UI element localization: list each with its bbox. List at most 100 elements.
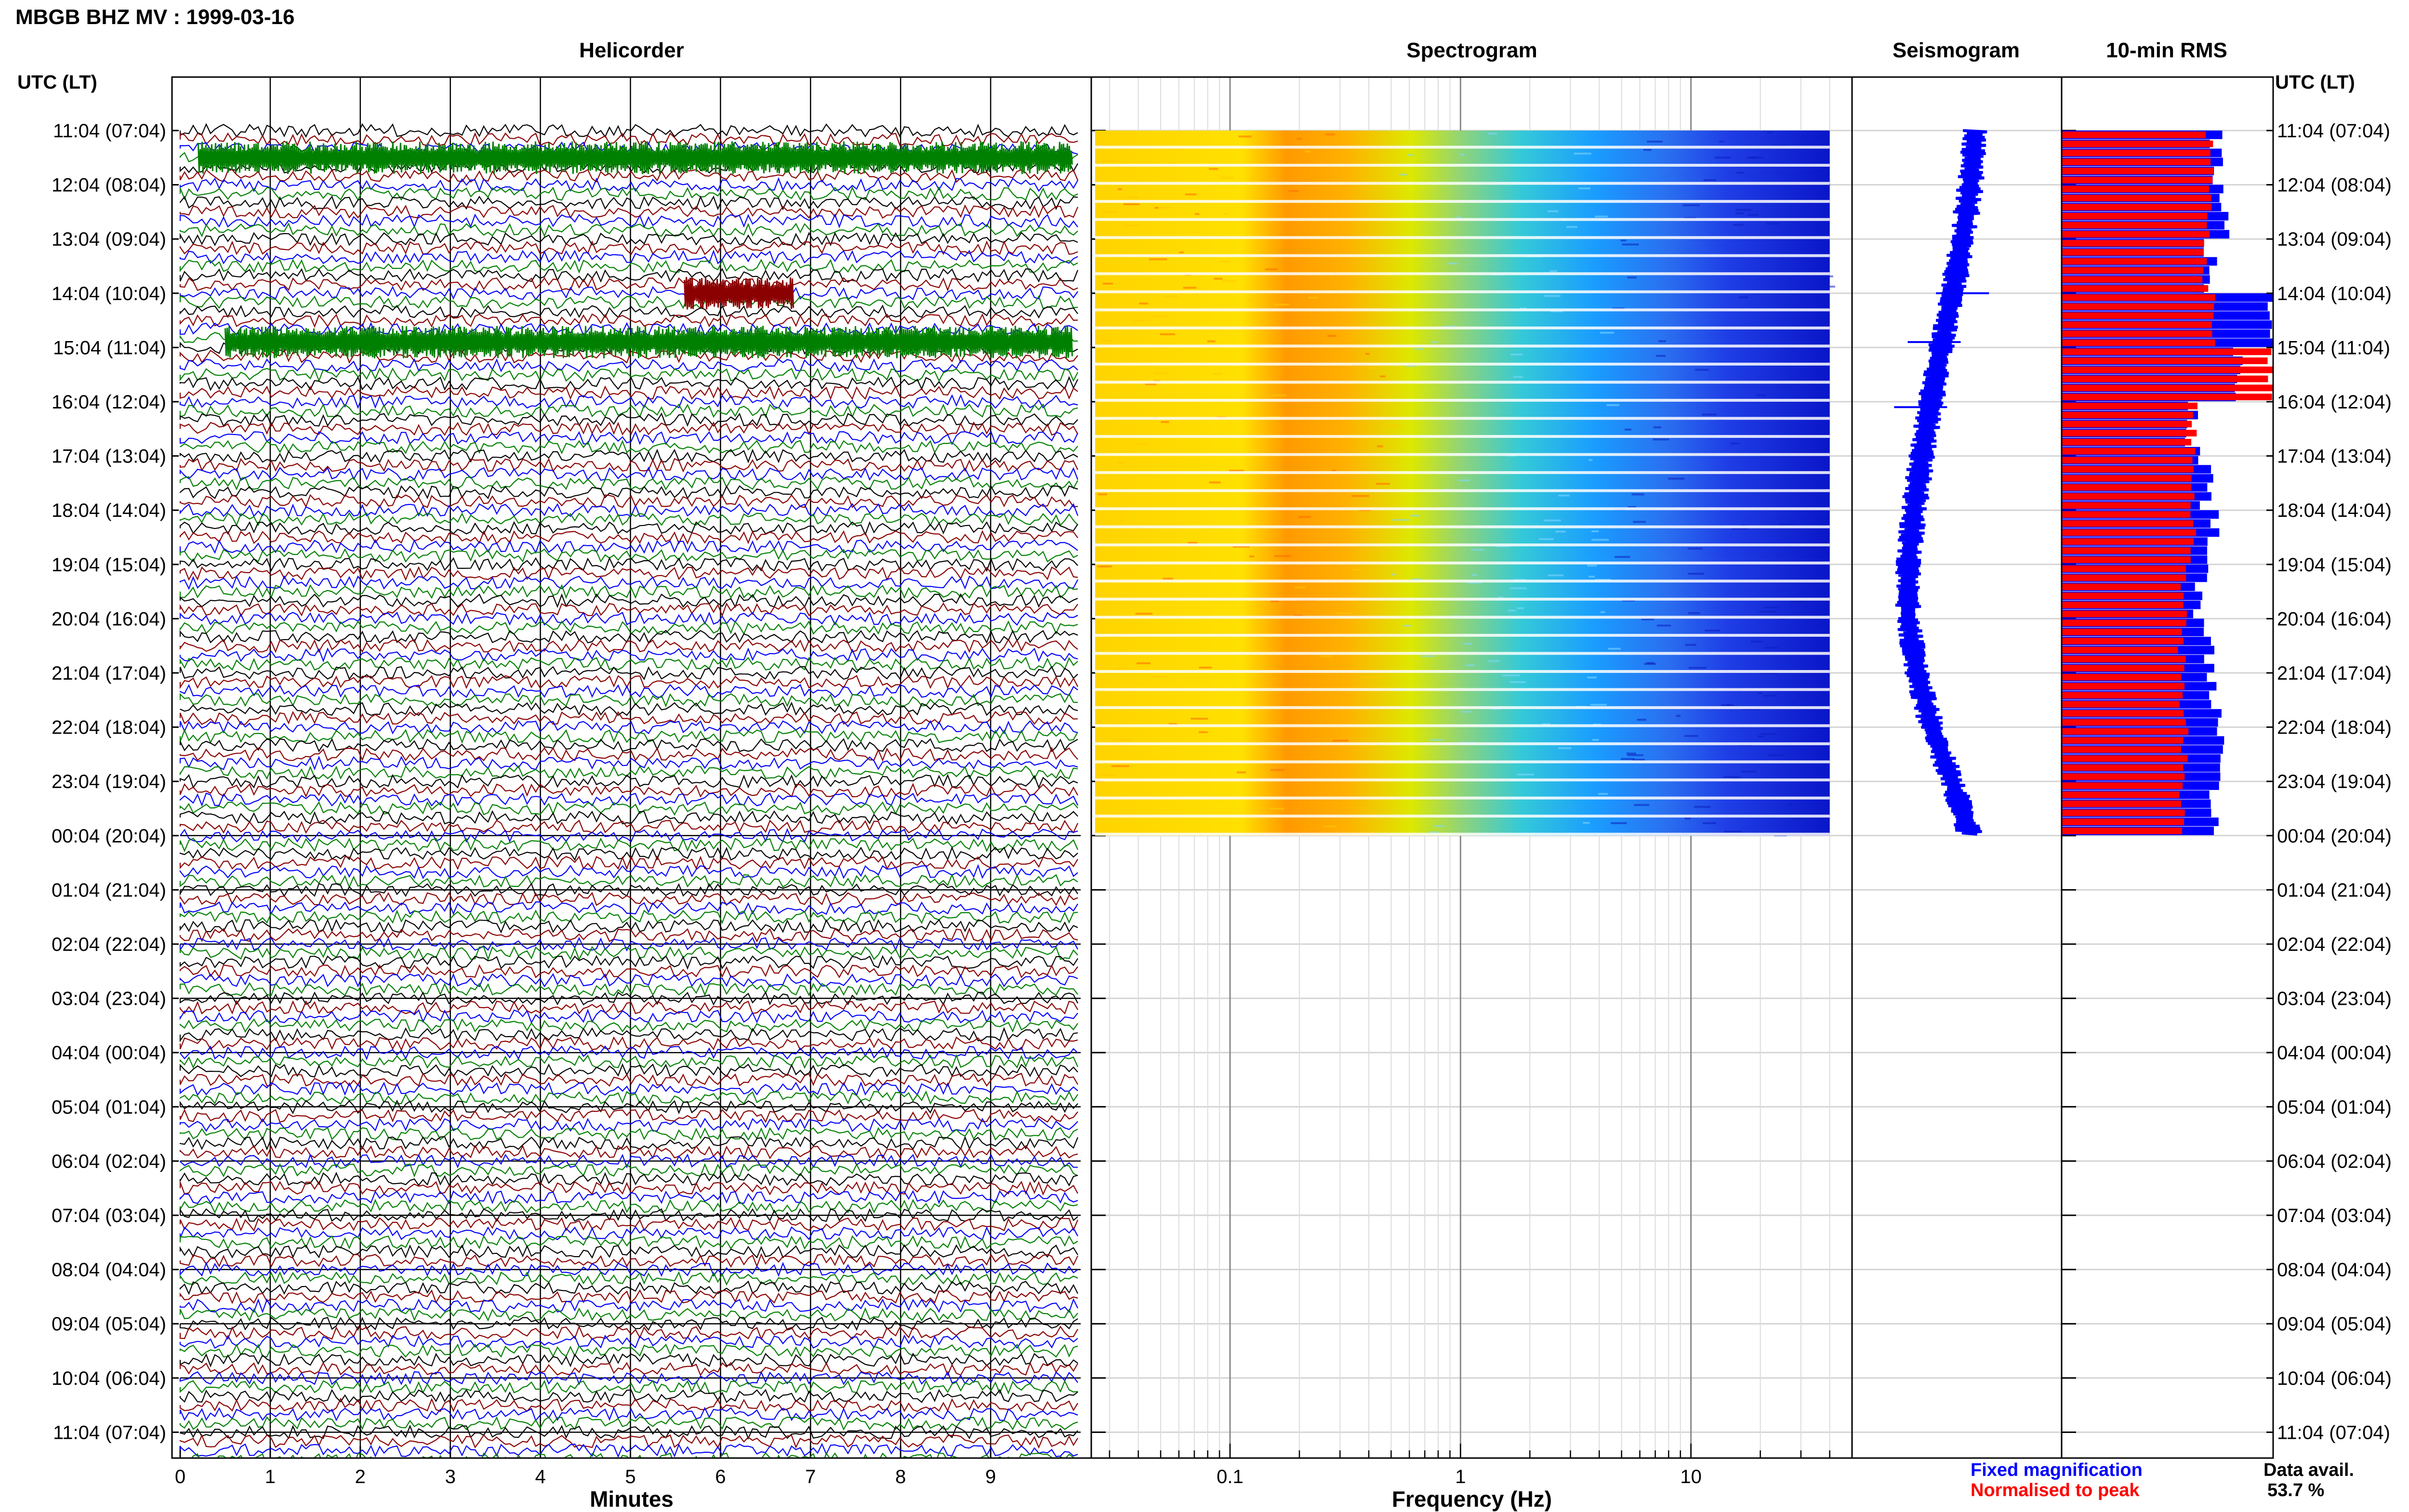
rms-normalised-bar (2062, 249, 2204, 256)
rms-normalised-bar (2062, 258, 2207, 265)
spectrogram-noise (1801, 335, 1819, 338)
spectrogram-noise (1656, 624, 1671, 627)
row-label-right: 17:04 (13:04) (2277, 446, 2392, 467)
rms-normalised-bar (2062, 773, 2185, 780)
spectrogram-noise (1688, 573, 1704, 575)
helicorder-trace (179, 638, 1078, 653)
spectrogram-noise (1272, 394, 1287, 396)
helicorder-trace (179, 647, 1078, 663)
spectrogram-noise (1295, 586, 1306, 589)
spectrogram-noise (1472, 574, 1478, 576)
helicorder-x-tick-label: 5 (625, 1466, 635, 1487)
spectrogram-noise (1684, 735, 1698, 737)
spectrogram-noise (1820, 275, 1833, 277)
spectrogram-noise (1688, 667, 1707, 669)
spectrogram-row-gap (1095, 164, 1830, 167)
rms-normalised-bar (2062, 511, 2191, 518)
row-label-right: 07:04 (03:04) (2277, 1205, 2392, 1226)
spectrogram-row-gap (1095, 362, 1830, 366)
rms-normalised-bar (2062, 131, 2206, 138)
rms-normalised-bar (2062, 828, 2183, 834)
helicorder-trace (179, 1343, 1078, 1358)
rms-normalised-bar (2062, 303, 2214, 310)
spectrogram-noise (1414, 348, 1424, 350)
spectrogram-noise (1558, 747, 1572, 749)
spectrogram-noise (1305, 150, 1310, 153)
spectrogram-noise (1159, 207, 1173, 209)
spectrogram-noise (1622, 243, 1639, 246)
spectrogram-noise (1365, 353, 1370, 355)
spectrogram-noise (1258, 277, 1263, 280)
spectrogram-noise (1757, 394, 1766, 396)
spectrogram-noise (1191, 718, 1208, 720)
rms-normalised-bar (2062, 565, 2186, 572)
helicorder-x-tick-label: 6 (715, 1466, 726, 1487)
spectrogram-row-gap (1095, 652, 1830, 655)
spectrogram-noise (1352, 568, 1361, 571)
helicorder-x-tick-label: 7 (805, 1466, 816, 1487)
spectrogram-noise (1668, 477, 1684, 480)
row-label-left: 22:04 (18:04) (52, 717, 166, 738)
row-label-right: 19:04 (15:04) (2277, 554, 2392, 576)
spectrogram-row-gap (1095, 579, 1830, 583)
spectrogram-noise (1271, 769, 1284, 771)
spectrogram-noise (1517, 607, 1524, 609)
row-label-right: 13:04 (09:04) (2277, 229, 2392, 250)
helicorder-trace (179, 946, 1078, 961)
spectrogram-noise (1163, 578, 1174, 580)
spectrogram-noise (1376, 483, 1390, 485)
spectrogram-row-gap (1095, 670, 1830, 673)
spectrogram-noise (1270, 808, 1284, 810)
spectrogram-noise (1236, 771, 1246, 774)
rms-normalised-bar (2062, 439, 2192, 446)
spectrogram-noise (1102, 282, 1113, 285)
spectrogram-noise (1800, 674, 1817, 676)
rms-normalised-bar (2062, 484, 2192, 491)
row-label-right: 11:04 (07:04) (2277, 120, 2390, 142)
spectrogram-noise (1103, 211, 1118, 213)
spectrogram-noise (1136, 662, 1151, 664)
helicorder-x-tick-label: 9 (985, 1466, 996, 1487)
spectrogram-noise (1600, 611, 1605, 613)
spectrogram-noise (1154, 207, 1159, 209)
spectrogram-noise (1647, 140, 1663, 143)
rms-normalised-bar (2062, 457, 2193, 464)
spectrogram-noise (1705, 630, 1721, 632)
spectrogram-noise (1822, 286, 1835, 288)
spectrogram-noise (1327, 335, 1337, 337)
rms-normalised-bar (2062, 475, 2192, 482)
spectrogram-noise (1152, 315, 1169, 317)
spectrogram-noise (1653, 438, 1669, 441)
row-label-right: 10:04 (06:04) (2277, 1368, 2392, 1389)
spectrogram-row-gap (1095, 453, 1830, 456)
rms-normalised-bar (2062, 755, 2188, 762)
row-label-left: 17:04 (13:04) (52, 446, 166, 467)
row-label-left: 15:04 (11:04) (53, 337, 166, 358)
spectrogram-noise (1403, 624, 1411, 627)
helicorder-xlabel: Minutes (590, 1486, 674, 1512)
spectrogram-xlabel: Frequency (Hz) (1392, 1486, 1552, 1512)
helicorder-trace (179, 1027, 1078, 1042)
helicorder-event (224, 326, 1073, 359)
rms-normalised-bar (2062, 185, 2209, 193)
helicorder-trace (179, 430, 1078, 446)
rms-normalised-bar (2062, 430, 2197, 437)
spectrogram-noise (1822, 512, 1828, 514)
spectrogram-row-gap (1095, 182, 1830, 185)
rms-normalised-bar (2062, 366, 2273, 373)
rms-normalised-bar (2062, 348, 2272, 355)
rms-normalised-bar (2062, 195, 2211, 202)
helicorder-trace (179, 1171, 1078, 1187)
helicorder-trace (179, 1036, 1078, 1052)
helicorder-trace (179, 204, 1079, 219)
spectrogram-noise (1767, 131, 1773, 133)
rms-normalised-bar (2062, 710, 2184, 717)
row-label-left: 13:04 (09:04) (52, 229, 166, 250)
spectrogram-noise (1118, 461, 1124, 464)
helicorder-traces (179, 123, 1079, 1458)
row-label-left: 12:04 (08:04) (52, 175, 166, 196)
spectrogram-noise (1741, 770, 1756, 773)
spectrogram-noise (1274, 303, 1289, 306)
spectrogram-noise (1539, 538, 1554, 540)
spectrogram-noise (1100, 340, 1112, 342)
